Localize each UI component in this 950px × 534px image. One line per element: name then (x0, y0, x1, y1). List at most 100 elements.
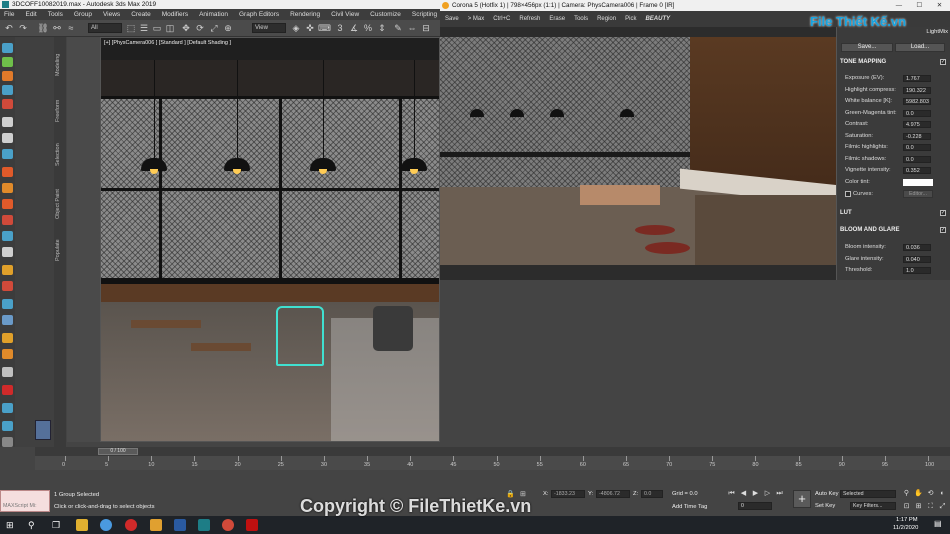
lut-checkbox[interactable]: ✓ (940, 210, 946, 216)
maximize-viewport-icon[interactable]: ⤢ (938, 502, 947, 511)
edit-named-sets-icon[interactable]: ✎ (392, 22, 404, 34)
acrobat-icon[interactable] (246, 519, 258, 531)
rect-selection-icon[interactable]: ▭ (151, 22, 163, 34)
set-key-plus-icon[interactable]: + (793, 490, 811, 508)
teapot-icon[interactable] (2, 437, 13, 447)
windows-start-icon[interactable]: ⊞ (6, 519, 18, 531)
time-slider[interactable]: 0 / 100 (35, 447, 950, 456)
keyboard-shortcut-icon[interactable]: ⌨ (318, 22, 331, 34)
key-selection-dropdown[interactable]: Selected (840, 490, 896, 498)
globe-icon[interactable] (2, 421, 13, 431)
time-slider-thumb[interactable]: 0 / 100 (98, 448, 138, 455)
render-icon[interactable] (2, 215, 13, 225)
curves-editor-button[interactable]: Editor... (903, 190, 933, 198)
snap-toggle-icon[interactable]: 3 (334, 22, 346, 34)
fire-alt-icon[interactable] (2, 183, 13, 193)
perspective-viewport[interactable]: C (100, 37, 440, 442)
rw-pass-dropdown[interactable]: BEAUTY (645, 16, 670, 22)
pan-icon[interactable]: ✋ (914, 489, 923, 498)
angle-snap-icon[interactable]: ∡ (348, 22, 360, 34)
auto-key-button[interactable]: Auto Key (815, 491, 839, 497)
menu-scripting[interactable]: Scripting (412, 11, 437, 18)
param-value-field[interactable]: 0.352 (903, 167, 931, 174)
add-time-tag[interactable]: Add Time Tag (672, 504, 707, 510)
viewport-layout-icon[interactable] (35, 420, 51, 440)
lut-title[interactable]: LUT (840, 210, 852, 216)
rw-region-button[interactable]: Region (597, 16, 616, 22)
zoom-extents-icon[interactable]: ⊡ (902, 502, 911, 511)
notifications-icon[interactable]: ▤ (934, 519, 944, 529)
settings-load-button[interactable]: Load... (895, 43, 945, 52)
current-frame-field[interactable]: 0 (738, 502, 772, 510)
rw-erase-button[interactable]: Erase (549, 16, 565, 22)
bloom-glare-checkbox[interactable]: ✓ (940, 227, 946, 233)
menu-create[interactable]: Create (131, 11, 151, 18)
redo-icon[interactable]: ↷ (17, 22, 29, 34)
key-filters-button[interactable]: Key Filters... (850, 502, 896, 510)
rw-tools-button[interactable]: Tools (574, 16, 588, 22)
color-tint-swatch[interactable] (903, 179, 933, 186)
ref-coord-dropdown[interactable]: View (252, 23, 286, 33)
stop-icon[interactable] (2, 133, 13, 143)
layer-icon[interactable] (2, 315, 13, 325)
select-manipulate-icon[interactable]: ✜ (304, 22, 316, 34)
tab-selection[interactable]: Selection (55, 135, 65, 175)
rendered-image[interactable] (440, 37, 836, 265)
menu-group[interactable]: Group (74, 11, 92, 18)
fire-icon[interactable] (2, 167, 13, 177)
tab-object-paint[interactable]: Object Paint (55, 182, 65, 227)
settings-icon[interactable] (2, 367, 13, 377)
material-icon[interactable] (2, 265, 13, 275)
task-view-icon[interactable]: ❐ (52, 519, 64, 531)
walk-icon[interactable]: ⛶ (926, 502, 935, 511)
rw-save-button[interactable]: Save (445, 16, 459, 22)
next-frame-icon[interactable]: ▷ (763, 489, 772, 498)
move-icon[interactable]: ✥ (180, 22, 192, 34)
tone-mapping-checkbox[interactable]: ✓ (940, 59, 946, 65)
param-value-field[interactable]: 5982.803 (903, 98, 931, 105)
percent-snap-icon[interactable]: % (362, 22, 374, 34)
orbit-icon[interactable]: ⟲ (926, 489, 935, 498)
light-icon[interactable] (2, 199, 13, 209)
create-icon[interactable] (2, 43, 13, 53)
search-icon[interactable]: ⚲ (28, 519, 40, 531)
z-coord-field[interactable]: 0.0 (641, 490, 663, 498)
bloom-param-value-field[interactable]: 0.040 (903, 255, 931, 263)
tone-mapping-title[interactable]: TONE MAPPING (840, 59, 886, 65)
rw-copy-button[interactable]: Ctrl+C (493, 16, 510, 22)
close-icon[interactable]: ✕ (937, 0, 942, 11)
tab-populate[interactable]: Populate (55, 232, 65, 268)
hierarchy-icon[interactable] (2, 71, 13, 81)
rw-to-max-button[interactable]: > Max (468, 16, 485, 22)
chrome-icon[interactable] (100, 519, 112, 531)
menu-tools[interactable]: Tools (48, 11, 63, 18)
zoom-icon[interactable]: ⚲ (902, 489, 911, 498)
select-object-icon[interactable]: ⬚ (125, 22, 137, 34)
go-to-start-icon[interactable]: ⏮ (727, 489, 736, 498)
bloom-glare-title[interactable]: BLOOM AND GLARE (840, 227, 899, 233)
bloom-param-value-field[interactable]: 1.0 (903, 267, 931, 274)
folder-icon[interactable] (150, 519, 162, 531)
scene-explorer-icon[interactable] (2, 299, 13, 309)
unlink-icon[interactable]: ⚯ (51, 22, 63, 34)
bind-space-warp-icon[interactable]: ≈ (65, 22, 77, 34)
rw-refresh-button[interactable]: Refresh (519, 16, 540, 22)
lightmix-tab[interactable]: LightMix (926, 29, 948, 35)
maxscript-listener[interactable]: MAXScript Mi: (0, 490, 50, 512)
object-icon[interactable] (2, 349, 13, 359)
menu-customize[interactable]: Customize (370, 11, 401, 18)
param-value-field[interactable]: 0.0 (903, 144, 931, 151)
rw-pick-button[interactable]: Pick (625, 16, 636, 22)
place-icon[interactable]: ⊕ (222, 22, 234, 34)
scale-icon[interactable]: ⤢ (208, 22, 220, 34)
rotate-icon[interactable]: ⟳ (194, 22, 206, 34)
menu-animation[interactable]: Animation (199, 11, 228, 18)
zoom-all-icon[interactable]: ⊞ (914, 502, 923, 511)
coffee-icon[interactable] (2, 333, 13, 343)
param-value-field[interactable]: -0.228 (903, 132, 931, 140)
play-animation-icon[interactable]: ▶ (751, 489, 760, 498)
tab-freeform[interactable]: Freeform (55, 92, 65, 130)
menu-graph-editors[interactable]: Graph Editors (239, 11, 279, 18)
motion-icon[interactable] (2, 85, 13, 95)
menu-civil-view[interactable]: Civil View (331, 11, 359, 18)
